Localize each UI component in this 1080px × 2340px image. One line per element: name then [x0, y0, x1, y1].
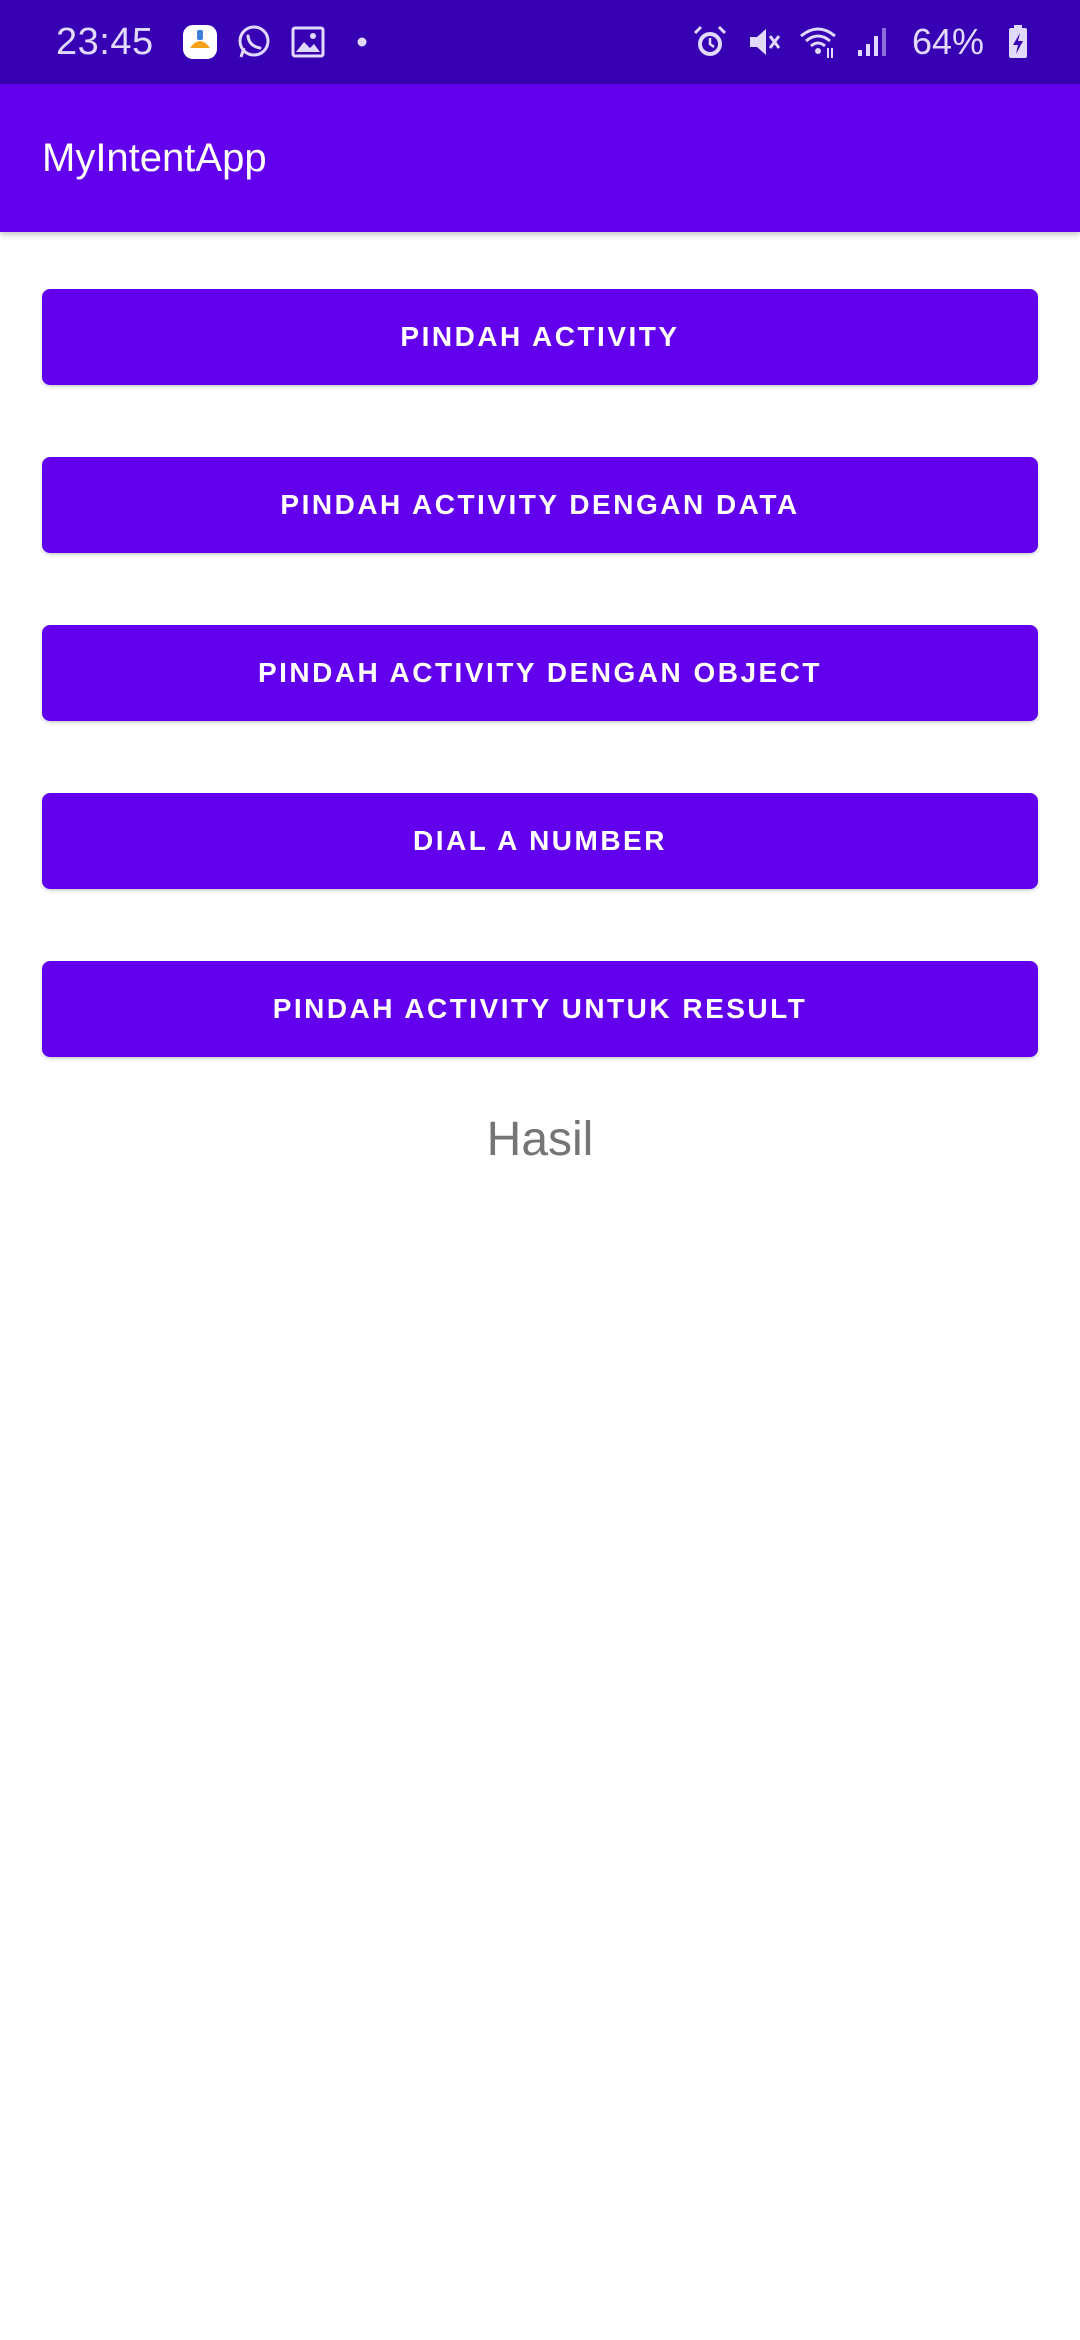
wifi-icon [798, 22, 838, 62]
system-icons: 64% [690, 21, 1038, 63]
status-bar: 23:45 64% [0, 0, 1080, 84]
dial-a-number-button[interactable]: DIAL A NUMBER [42, 793, 1038, 889]
pindah-activity-dengan-object-button[interactable]: PINDAH ACTIVITY DENGAN OBJECT [42, 625, 1038, 721]
result-text: Hasil [486, 1113, 594, 1166]
battery-percent: 64% [911, 21, 984, 62]
pindah-activity-dengan-data-button[interactable]: PINDAH ACTIVITY DENGAN DATA [42, 457, 1038, 553]
pindah-activity-button[interactable]: PINDAH ACTIVITY [42, 289, 1038, 385]
alarm-icon [690, 22, 730, 62]
app-bar: MyIntentApp [0, 84, 1080, 232]
signal-icon [852, 22, 892, 62]
pindah-activity-untuk-result-button[interactable]: PINDAH ACTIVITY UNTUK RESULT [42, 961, 1038, 1057]
notification-icons [180, 22, 382, 62]
status-time: 23:45 [56, 20, 154, 63]
app-title: MyIntentApp [42, 135, 267, 180]
battery-charging-icon [998, 22, 1038, 62]
mute-icon [744, 22, 784, 62]
whatsapp-icon [234, 22, 274, 62]
dot-icon [342, 22, 382, 62]
cleaner-app-icon [180, 22, 220, 62]
gallery-icon [288, 22, 328, 62]
